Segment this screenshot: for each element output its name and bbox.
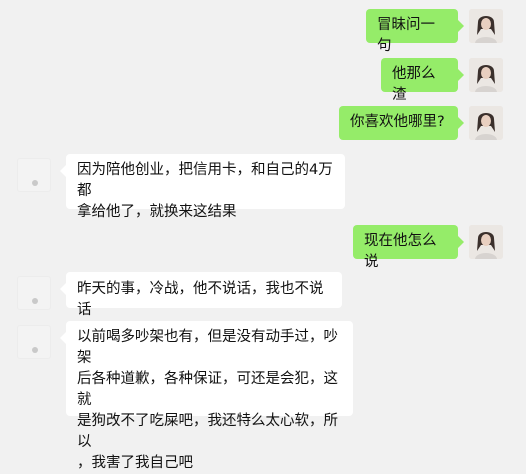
message-line: 拿给他了，就换来这结果 [77, 204, 237, 220]
sent-message-bubble[interactable]: 冒昧问一句 [366, 9, 464, 54]
message-row-sent: 他那么渣 [0, 58, 526, 103]
message-text: 现在他怎么说 [364, 233, 437, 270]
self-avatar[interactable] [469, 9, 503, 43]
message-row-received: 昨天的事，冷战，他不说话，我也不说话 [0, 272, 526, 318]
message-row-received: 因为陪他创业，把信用卡，和自己的4万都 拿给他了，就换来这结果 [0, 154, 526, 220]
avatar-placeholder-icon [32, 347, 38, 353]
message-text: 昨天的事，冷战，他不说话，我也不说话 [77, 281, 324, 318]
message-row-sent: 现在他怎么说 [0, 225, 526, 270]
message-row-sent: 冒昧问一句 [0, 9, 526, 54]
message-text: 你喜欢他哪里? [350, 114, 445, 130]
message-line: 以前喝多吵架也有，但是没有动手过，吵架 [77, 329, 338, 366]
message-line: ，我害了我自己吧 [77, 455, 193, 471]
message-row-received: 以前喝多吵架也有，但是没有动手过，吵架 后各种道歉，各种保证，可还是会犯，这就 … [0, 321, 526, 471]
message-text: 他那么渣 [392, 66, 436, 103]
avatar-placeholder-icon [32, 298, 38, 304]
message-line: 是狗改不了吃屎吧，我还特么太心软，所以 [77, 413, 338, 450]
message-line: 后各种道歉，各种保证，可还是会犯，这就 [77, 371, 338, 408]
self-avatar[interactable] [469, 225, 503, 259]
sent-message-bubble[interactable]: 你喜欢他哪里? [339, 106, 464, 140]
message-line: 因为陪他创业，把信用卡，和自己的4万都 [77, 162, 333, 199]
avatar-photo-icon [469, 9, 503, 43]
avatar-placeholder-icon [32, 180, 38, 186]
message-row-sent: 你喜欢他哪里? [0, 106, 526, 140]
received-message-bubble[interactable]: 以前喝多吵架也有，但是没有动手过，吵架 后各种道歉，各种保证，可还是会犯，这就 … [60, 321, 353, 471]
sent-message-bubble[interactable]: 现在他怎么说 [353, 225, 464, 270]
received-message-bubble[interactable]: 昨天的事，冷战，他不说话，我也不说话 [60, 272, 342, 318]
avatar-photo-icon [469, 106, 503, 140]
self-avatar[interactable] [469, 106, 503, 140]
self-avatar[interactable] [469, 58, 503, 92]
contact-avatar[interactable] [17, 276, 51, 310]
sent-message-bubble[interactable]: 他那么渣 [381, 58, 464, 103]
received-message-bubble[interactable]: 因为陪他创业，把信用卡，和自己的4万都 拿给他了，就换来这结果 [60, 154, 345, 220]
contact-avatar[interactable] [17, 158, 51, 192]
avatar-photo-icon [469, 225, 503, 259]
message-text: 冒昧问一句 [377, 17, 435, 54]
contact-avatar[interactable] [17, 325, 51, 359]
avatar-photo-icon [469, 58, 503, 92]
